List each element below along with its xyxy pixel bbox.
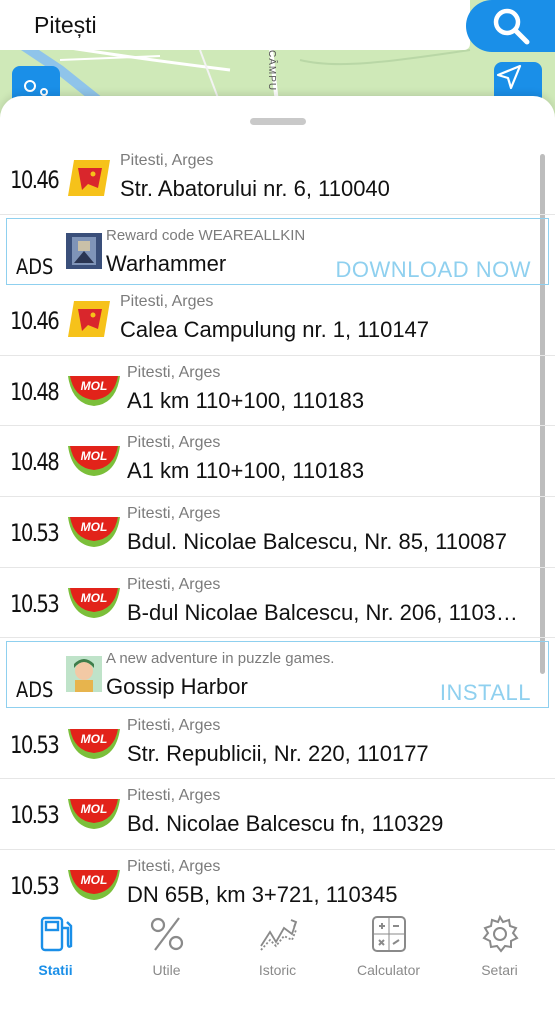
svg-text:MOL: MOL: [81, 449, 108, 463]
tab-statii[interactable]: Statii: [0, 914, 111, 984]
station-list: 10.46 Pitesti, Arges Str. Abatorului nr. 6…: [0, 144, 555, 921]
svg-text:MOL: MOL: [81, 732, 108, 746]
fuel-pump-icon: [36, 914, 76, 954]
ad-cta-button[interactable]: DOWNLOAD NOW: [336, 257, 531, 283]
station-address: DN 65B, km 3+721, 110345: [127, 881, 398, 907]
fuel-price: 10.53: [10, 589, 60, 618]
sponsored-ad-row[interactable]: ADS A new adventure in puzzle games. Gossi…: [0, 638, 555, 709]
fuel-price: 10.53: [10, 871, 60, 900]
station-address: Str. Republicii, Nr. 220, 110177: [127, 740, 429, 766]
tab-utile[interactable]: Utile: [111, 914, 222, 984]
station-address: B-dul Nicolae Balcescu, Nr. 206, 1103…: [127, 599, 518, 625]
station-row[interactable]: 10.46 Pitesti, Arges Calea Campulung nr. 1…: [0, 285, 555, 356]
tab-label: Utile: [152, 962, 181, 978]
fuel-price: 10.53: [10, 730, 60, 759]
search-bar[interactable]: Pitești: [0, 0, 470, 50]
station-city: Pitesti, Arges: [127, 575, 221, 593]
station-row[interactable]: 10.53 MOL Pitesti, Arges Bd. Nicolae Balces…: [0, 779, 555, 850]
fuel-price: 10.46: [10, 307, 60, 336]
gossip-harbor-game-icon: [66, 656, 102, 693]
station-address: A1 km 110+100, 110183: [127, 387, 365, 413]
tab-bar: Statii Utile Istoric Calculator Setari: [0, 906, 555, 1024]
search-input[interactable]: Pitești: [34, 12, 97, 39]
svg-text:MOL: MOL: [81, 520, 108, 534]
station-row[interactable]: 10.53 MOL Pitesti, Arges Str. Republicii, N…: [0, 709, 555, 780]
fuel-price: 10.48: [10, 448, 60, 477]
gear-icon: [480, 914, 520, 954]
station-city: Pitesti, Arges: [120, 152, 214, 169]
mol-logo-icon: MOL: [66, 586, 122, 620]
station-address: Bdul. Nicolae Balcescu, Nr. 85, 110087: [127, 528, 507, 554]
fuel-price: 10.53: [10, 518, 60, 547]
tab-label: Istoric: [258, 962, 297, 978]
stations-sheet: 10.46 Pitesti, Arges Str. Abatorului nr. 6…: [0, 96, 555, 1024]
tab-label: Setari: [481, 962, 518, 978]
mol-logo-icon: MOL: [66, 868, 122, 902]
station-row[interactable]: 10.53 MOL Pitesti, Arges B-dul Nicolae Balc…: [0, 568, 555, 639]
mol-logo-icon: MOL: [66, 515, 122, 549]
station-row[interactable]: 10.46 Pitesti, Arges Str. Abatorului nr. 6…: [0, 144, 555, 215]
petrom-logo-icon: [66, 299, 112, 339]
tab-label: Statii: [38, 962, 73, 978]
ads-tag: ADS: [16, 678, 54, 703]
tab-setari[interactable]: Setari: [444, 914, 555, 984]
mol-logo-icon: MOL: [66, 727, 122, 761]
search-icon: [493, 8, 529, 45]
fuel-price: 10.48: [10, 377, 60, 406]
petrom-logo-icon: [66, 158, 112, 198]
svg-text:MOL: MOL: [81, 873, 108, 887]
fuel-price: 10.53: [10, 801, 60, 830]
tab-calculator[interactable]: Calculator: [333, 914, 444, 984]
station-city: Pitesti, Arges: [127, 787, 221, 805]
svg-text:MOL: MOL: [81, 379, 108, 393]
svg-text:MOL: MOL: [81, 802, 108, 816]
station-city: Pitesti, Arges: [127, 857, 221, 875]
station-row[interactable]: 10.48 MOL Pitesti, Arges A1 km 110+100, 110…: [0, 356, 555, 427]
search-button[interactable]: [466, 0, 555, 52]
warhammer-game-icon: [66, 232, 102, 269]
map-street-label: CÂMPU: [266, 50, 277, 92]
svg-text:MOL: MOL: [81, 591, 108, 605]
ads-tag: ADS: [16, 254, 54, 279]
station-address: Str. Abatorului nr. 6, 110040: [120, 176, 390, 201]
station-row[interactable]: 10.53 MOL Pitesti, Arges Bdul. Nicolae Balc…: [0, 497, 555, 568]
sheet-grabber[interactable]: [250, 118, 306, 125]
ad-cta-button[interactable]: INSTALL: [440, 680, 531, 706]
station-row[interactable]: 10.48 MOL Pitesti, Arges A1 km 110+100, 110…: [0, 426, 555, 497]
mol-logo-icon: MOL: [66, 797, 122, 831]
mol-logo-icon: MOL: [66, 444, 122, 478]
station-city: Pitesti, Arges: [127, 434, 221, 452]
station-city: Pitesti, Arges: [127, 363, 221, 381]
navigation-arrow-icon: [496, 64, 522, 90]
station-address: A1 km 110+100, 110183: [127, 458, 365, 484]
station-city: Pitesti, Arges: [127, 504, 221, 522]
calculator-icon: [369, 914, 409, 954]
station-address: Calea Campulung nr. 1, 110147: [120, 317, 430, 343]
tab-label: Calculator: [356, 962, 421, 978]
trend-chart-icon: [258, 914, 298, 954]
station-city: Pitesti, Arges: [120, 293, 214, 311]
ad-title: Gossip Harbor: [106, 674, 248, 700]
fuel-price: 10.46: [10, 166, 60, 194]
percent-icon: [147, 914, 187, 954]
station-city: Pitesti, Arges: [127, 716, 221, 734]
mol-logo-icon: MOL: [66, 374, 122, 408]
ad-subtitle: A new adventure in puzzle games.: [106, 650, 335, 668]
sponsored-ad-row[interactable]: ADS Reward code WEAREALLKIN Warhammer DOWNL…: [0, 215, 555, 286]
tab-istoric[interactable]: Istoric: [222, 914, 333, 984]
ad-title: Warhammer: [106, 250, 227, 276]
station-address: Bd. Nicolae Balcescu fn, 110329: [127, 811, 444, 837]
ad-subtitle: Reward code WEAREALLKIN: [106, 226, 306, 244]
